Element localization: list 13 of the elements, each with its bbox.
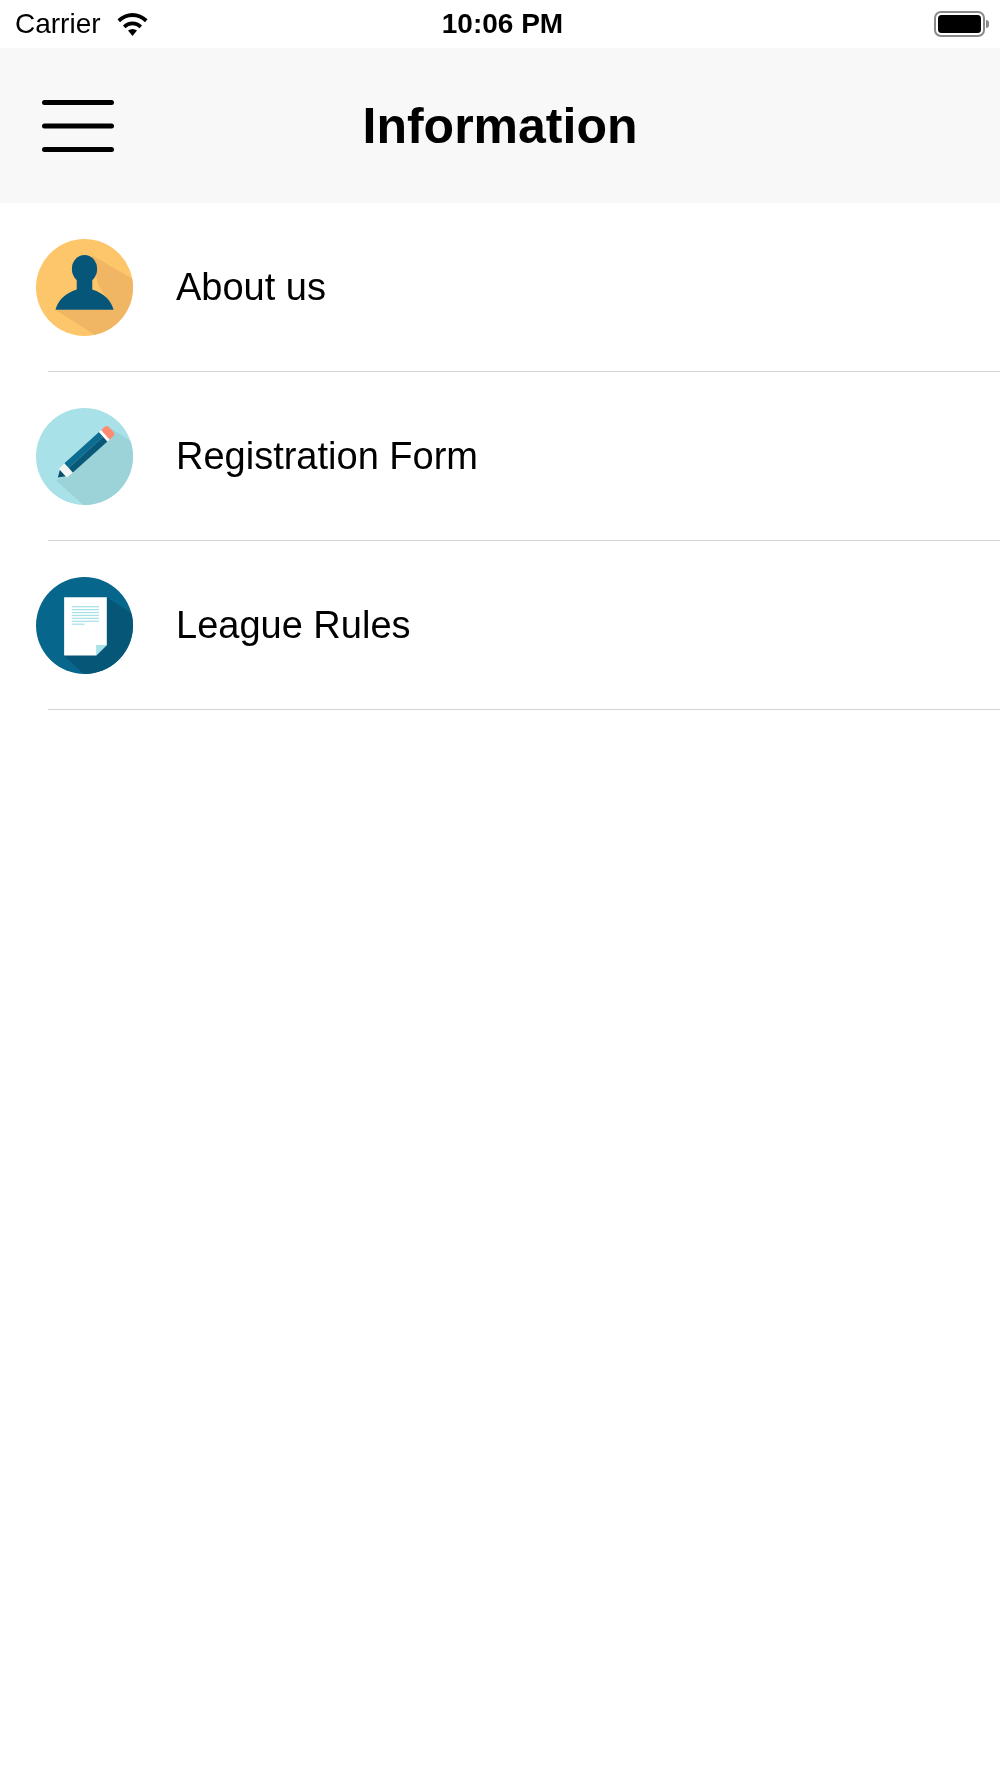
battery-icon [934, 11, 990, 37]
time-label: 10:06 PM [441, 8, 564, 40]
menu-list-item[interactable]: Registration Form [0, 372, 1000, 540]
menu-icon [42, 99, 114, 152]
wifi-icon [116, 12, 148, 36]
screen-title: Information [362, 96, 638, 156]
menu-list-item[interactable]: About us [0, 203, 1000, 371]
pencil-icon [36, 407, 133, 505]
document-icon [36, 576, 133, 674]
person-icon [36, 238, 133, 336]
menu-list-item[interactable]: League Rules [0, 541, 1000, 709]
carrier-label: Carrier [15, 8, 101, 40]
menu-button[interactable] [40, 97, 116, 154]
